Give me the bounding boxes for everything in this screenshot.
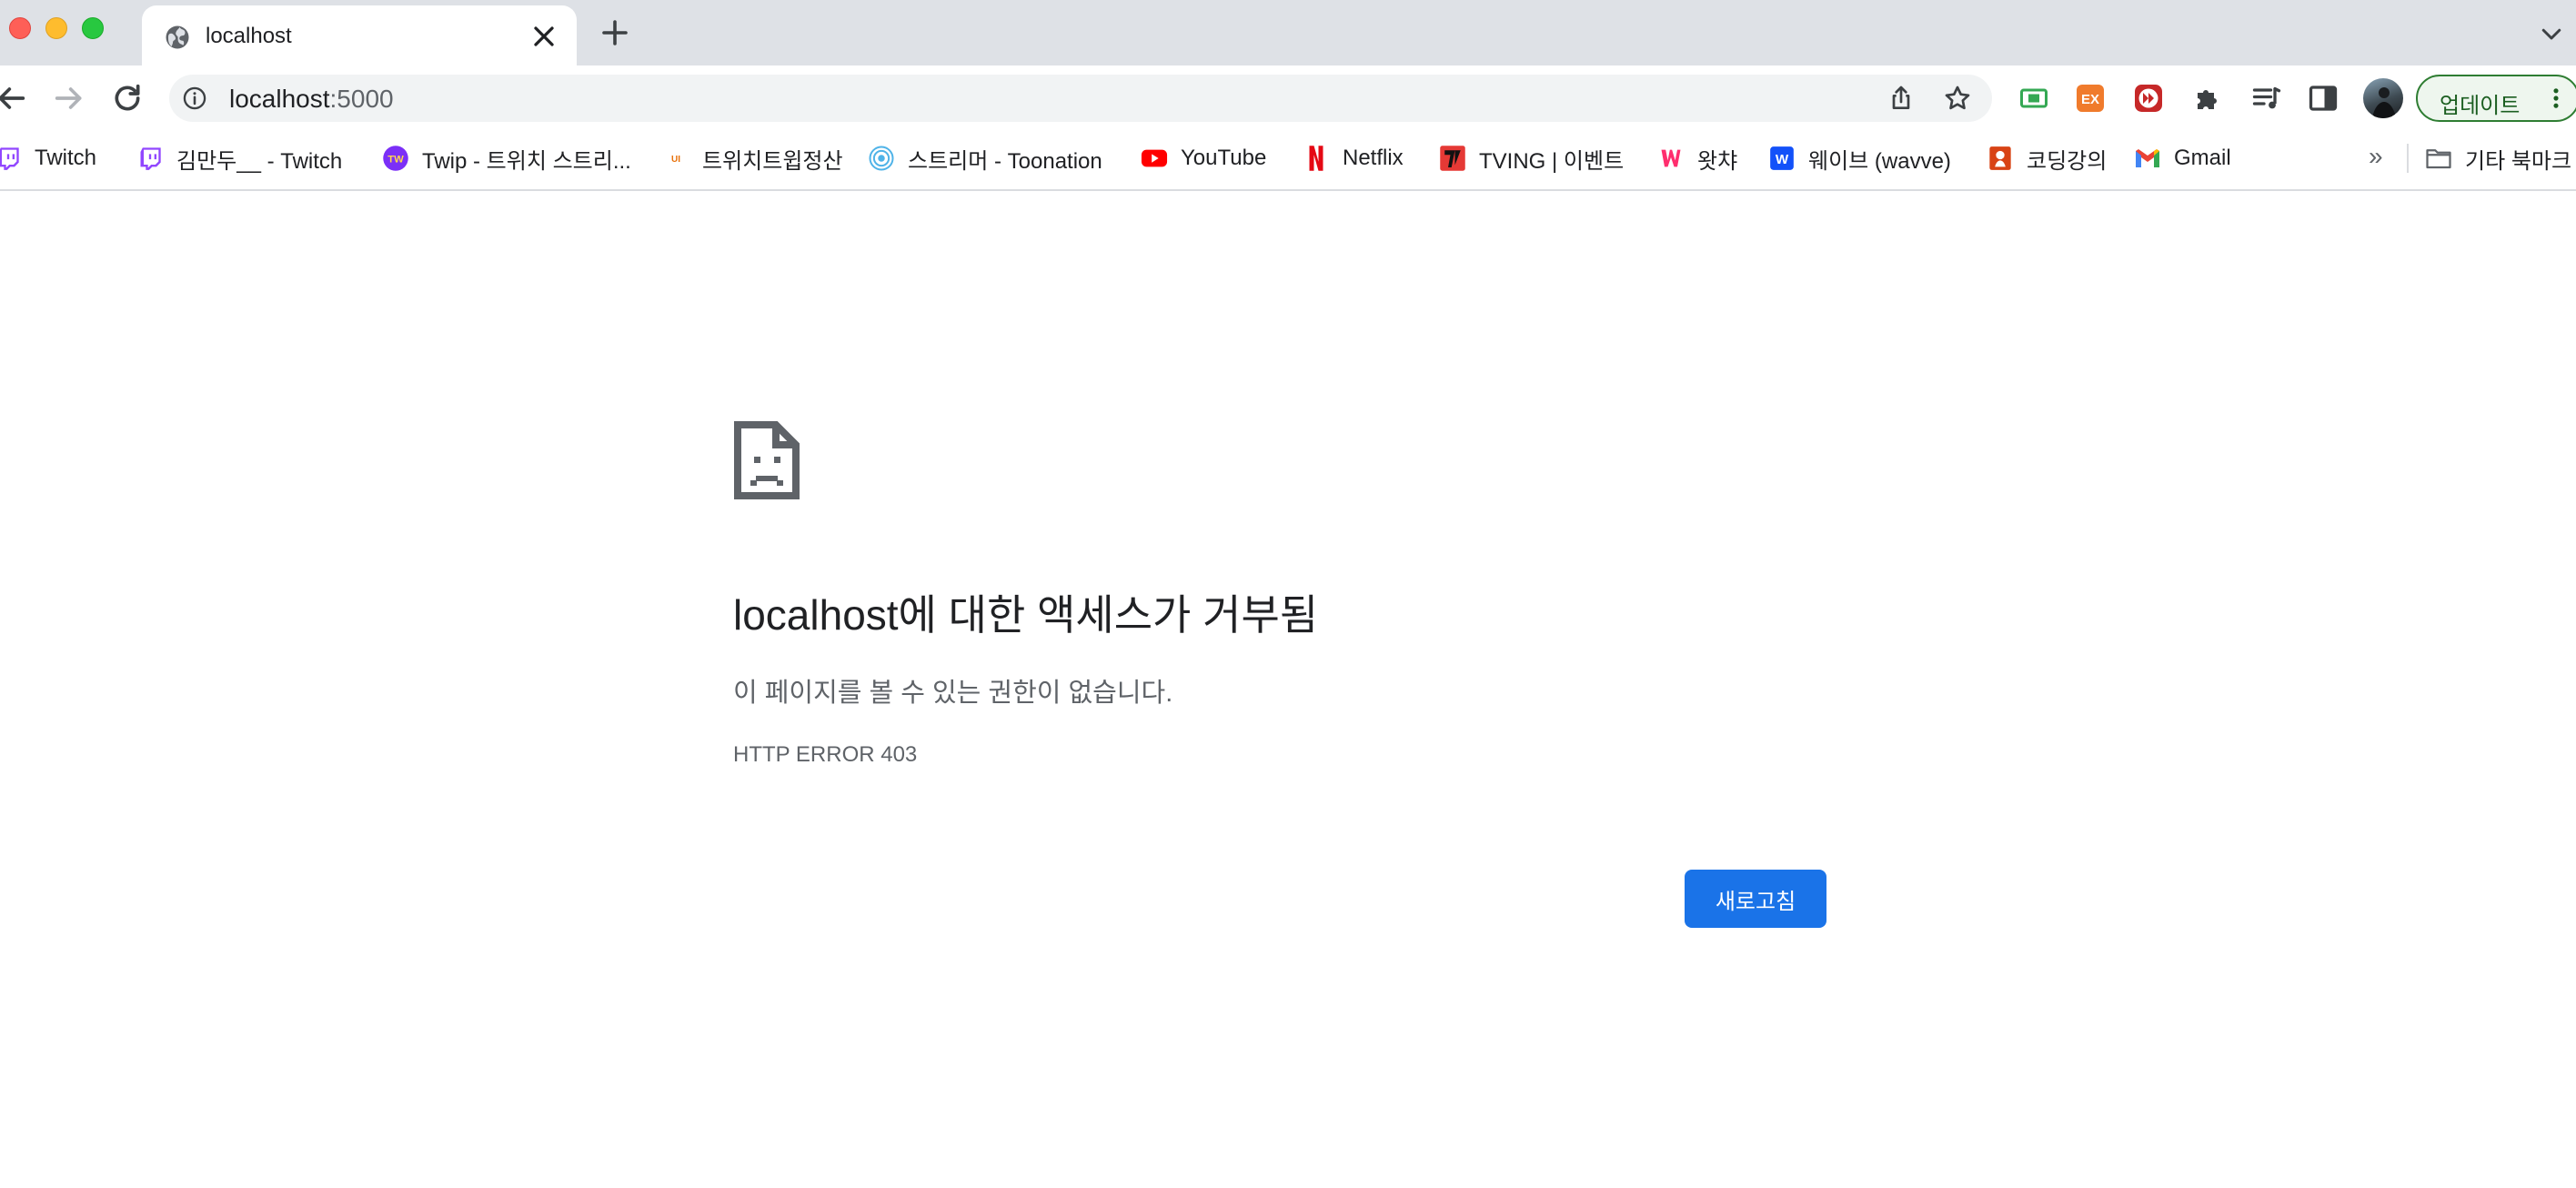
bookmark-label: 김만두__ - Twitch (176, 148, 343, 174)
bookmark-label: Twitch (35, 146, 97, 170)
tab-strip: localhost (0, 0, 2576, 65)
extension-fastforward-icon[interactable] (2132, 82, 2165, 115)
bookmark-star-icon[interactable] (1943, 84, 1972, 113)
bookmarks-bar: Twitch 김만두__ - Twitch TW Twip - 트위치 스트리.… (0, 131, 2576, 191)
profile-silhouette-icon (2372, 87, 2396, 118)
extension-green-icon[interactable] (2018, 82, 2050, 115)
profile-avatar[interactable] (2363, 78, 2403, 118)
bookmark-twip[interactable]: TW Twip - 트위치 스트리... (382, 138, 631, 178)
extension-ex-icon[interactable]: EX (2074, 82, 2107, 115)
error-title: localhost에 대한 액세스가 거부됨 (733, 591, 1319, 639)
other-bookmarks-folder[interactable]: 기타 북마크 (2425, 138, 2571, 178)
tab-title: localhost (206, 24, 292, 48)
youtube-icon (1141, 145, 1168, 172)
folder-icon (2425, 145, 2452, 172)
bookmark-coding[interactable]: 코딩강의 (1987, 138, 2107, 178)
bookmark-label: Twip - 트위치 스트리... (422, 148, 631, 174)
bookmark-label: Gmail (2174, 146, 2231, 170)
update-button[interactable]: 업데이트 (2416, 75, 2576, 122)
bookmark-label: YouTube (1181, 146, 1267, 170)
svg-text:UI: UI (671, 155, 680, 165)
url-port: :5000 (329, 85, 394, 113)
bookmark-gmail[interactable]: Gmail (2134, 138, 2231, 178)
puzzle-icon[interactable] (2192, 82, 2225, 115)
kebab-menu-icon[interactable] (2543, 86, 2569, 111)
bookmark-label: 스트리머 - Toonation (908, 148, 1102, 174)
error-code: HTTP ERROR 403 (733, 742, 918, 767)
globe-icon (166, 25, 189, 49)
bookmark-label: 왓챠 (1697, 148, 1738, 174)
url-text: localhost:5000 (229, 86, 394, 113)
bookmark-label: Netflix (1343, 146, 1404, 170)
twitch-icon (0, 145, 22, 172)
bookmark-label: 웨이브 (wavve) (1808, 148, 1951, 174)
chevron-down-icon[interactable] (2538, 20, 2565, 47)
close-tab-icon[interactable] (528, 20, 560, 53)
toonation-icon (868, 145, 895, 172)
tab-active[interactable]: localhost (142, 5, 577, 65)
side-panel-icon[interactable] (2307, 82, 2340, 115)
bookmark-wavve[interactable]: W 웨이브 (wavve) (1768, 138, 1951, 178)
gmail-icon (2134, 145, 2161, 172)
svg-text:EX: EX (2081, 92, 2099, 107)
reload-icon[interactable] (109, 80, 146, 116)
back-arrow-icon[interactable] (0, 80, 29, 116)
media-playlist-icon[interactable] (2250, 82, 2283, 115)
update-button-label: 업데이트 (2440, 94, 2521, 118)
twip-icon: TW (382, 145, 409, 172)
forward-arrow-icon[interactable] (51, 80, 87, 116)
bookmark-tving[interactable]: TVING | 이벤트 (1439, 138, 1624, 178)
bookmark-label: 트위치트윕정산 (702, 148, 843, 174)
bookmark-twitch[interactable]: Twitch (0, 138, 96, 178)
reload-button[interactable]: 새로고침 (1685, 870, 1826, 928)
bookmarks-divider (2407, 144, 2409, 173)
bookmark-watcha[interactable]: 왓챠 (1657, 138, 1737, 178)
minimize-window-button[interactable] (45, 17, 67, 39)
watcha-icon (1657, 145, 1685, 172)
close-window-button[interactable] (9, 17, 31, 39)
maximize-window-button[interactable] (82, 17, 104, 39)
url-host: localhost (229, 85, 330, 113)
bookmark-label: 코딩강의 (2027, 148, 2108, 174)
sad-document-icon (734, 421, 800, 499)
toolbar: localhost:5000 EX 업데이트 (0, 65, 2576, 131)
new-tab-icon[interactable] (599, 16, 631, 49)
coding-icon (1987, 145, 2014, 172)
tving-icon (1439, 145, 1466, 172)
bookmark-label: 기타 북마크 (2465, 148, 2572, 174)
wavve-icon: W (1768, 145, 1796, 172)
info-icon[interactable] (182, 86, 207, 111)
share-icon[interactable] (1887, 84, 1916, 113)
svg-text:TW: TW (387, 154, 404, 165)
bookmark-twitch-channel[interactable]: 김만두__ - Twitch (136, 138, 342, 178)
bookmark-youtube[interactable]: YouTube (1141, 138, 1266, 178)
bookmarks-overflow-button[interactable]: » (2369, 142, 2383, 171)
bookmark-netflix[interactable]: Netflix (1303, 138, 1404, 178)
bookmark-twip-settlement[interactable]: UI 트위치트윕정산 (662, 138, 843, 178)
netflix-icon (1303, 145, 1330, 172)
address-bar[interactable]: localhost:5000 (169, 75, 1992, 122)
ui-icon: UI (662, 145, 689, 172)
svg-text:W: W (1776, 152, 1789, 167)
bookmark-label: TVING | 이벤트 (1479, 148, 1625, 174)
twitch-icon (136, 145, 164, 172)
error-description: 이 페이지를 볼 수 있는 권한이 없습니다. (733, 679, 1173, 708)
bookmark-toonation[interactable]: 스트리머 - Toonation (868, 138, 1102, 178)
